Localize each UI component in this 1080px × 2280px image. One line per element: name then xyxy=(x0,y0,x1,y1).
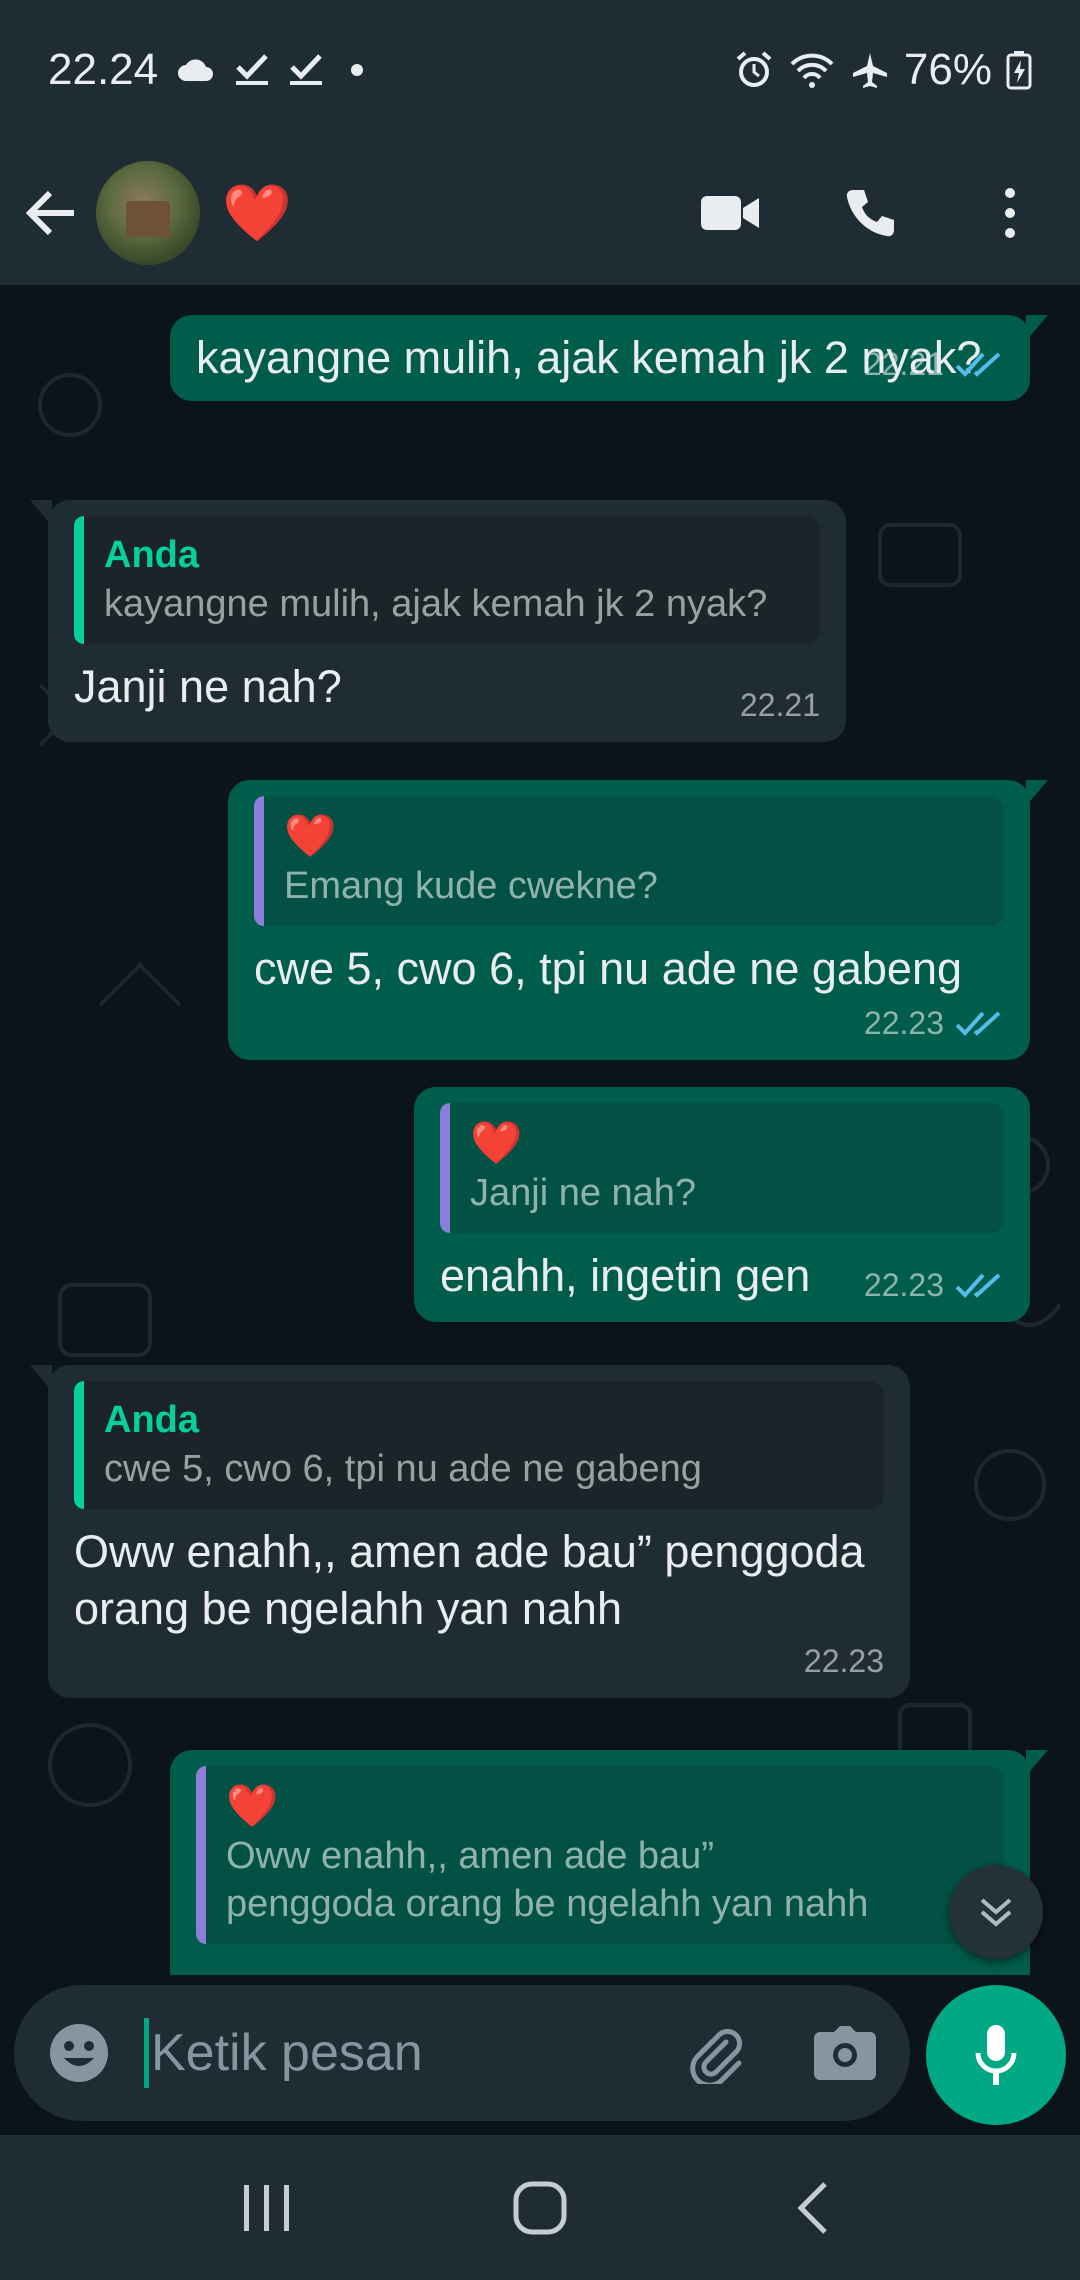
back-nav-button[interactable] xyxy=(753,2148,873,2268)
message-meta: 22.23 xyxy=(864,1267,1004,1304)
quote-text: Janji ne nah? xyxy=(470,1172,697,1214)
home-icon xyxy=(513,2181,567,2234)
quote-author: ❤️ xyxy=(470,1119,523,1166)
message-bubble-incoming[interactable]: Anda cwe 5, cwo 6, tpi nu ade ne gabeng … xyxy=(30,1365,910,1698)
quote-author: Anda xyxy=(104,534,199,576)
recent-apps-button[interactable] xyxy=(207,2148,327,2268)
double-chevron-down-icon xyxy=(980,1898,1012,1927)
video-call-button[interactable] xyxy=(660,140,800,285)
quoted-message[interactable]: ❤️ Emang kude cwekne? xyxy=(254,796,1004,926)
dot-icon xyxy=(342,60,372,80)
message-input-bar[interactable]: Ketik pesan xyxy=(14,1985,910,2121)
chevron-left-icon xyxy=(797,2181,828,2234)
check-icon xyxy=(288,53,324,87)
composer: Ketik pesan xyxy=(0,1975,1080,2135)
message-bubble-outgoing[interactable]: ❤️ Oww enahh,, amen ade bau” penggoda or… xyxy=(170,1750,1048,1975)
contact-name[interactable]: ❤️ xyxy=(222,180,292,246)
quote-author: ❤️ xyxy=(284,812,337,859)
video-call-icon xyxy=(701,195,759,230)
status-time: 22.24 xyxy=(48,45,159,94)
message-time: 22.23 xyxy=(863,1005,944,1041)
message-bubble-outgoing[interactable]: ❤️ Emang kude cwekne? cwe 5, cwo 6, tpi … xyxy=(228,780,1048,1060)
double-check-icon xyxy=(955,352,1001,377)
airplane-icon xyxy=(850,50,890,90)
message-bubble-incoming[interactable]: Anda kayangne mulih, ajak kemah jk 2 nya… xyxy=(30,500,846,742)
text-caret xyxy=(144,2018,149,2088)
scroll-to-bottom-button[interactable] xyxy=(949,1865,1043,1959)
wifi-icon xyxy=(788,50,836,90)
recent-apps-icon xyxy=(243,2184,289,2231)
voice-call-button[interactable] xyxy=(800,140,940,285)
home-button[interactable] xyxy=(480,2148,600,2268)
quoted-message[interactable]: ❤️ Oww enahh,, amen ade bau” penggoda or… xyxy=(196,1766,1004,1944)
attach-button[interactable] xyxy=(650,1985,780,2121)
more-options-button[interactable] xyxy=(940,140,1080,285)
cloud-icon xyxy=(176,57,216,83)
status-bar: 22.24 76% xyxy=(0,0,1080,140)
quote-text: Emang kude cwekne? xyxy=(284,865,658,907)
chat-area[interactable]: kayangne mulih, ajak kemah jk 2 nyak? 22… xyxy=(0,285,1080,1975)
quote-author: ❤️ xyxy=(226,1782,279,1829)
message-text: Oww enahh,, amen ade bau” penggoda orang… xyxy=(74,1526,865,1634)
system-navigation-bar xyxy=(0,2135,1080,2280)
battery-charging-icon xyxy=(1006,50,1032,90)
more-options-icon xyxy=(1005,187,1015,238)
message-bubble-outgoing[interactable]: kayangne mulih, ajak kemah jk 2 nyak? 22… xyxy=(170,315,1048,401)
emoji-icon xyxy=(50,2024,108,2082)
message-meta: 22.23 xyxy=(254,1005,1004,1042)
voice-call-icon xyxy=(846,189,894,236)
quote-text: Oww enahh,, amen ade bau” penggoda orang… xyxy=(226,1835,869,1925)
emoji-button[interactable] xyxy=(14,1985,144,2121)
camera-button[interactable] xyxy=(780,1985,910,2121)
microphone-icon xyxy=(975,2025,1017,2085)
camera-icon xyxy=(814,2026,876,2080)
voice-message-button[interactable] xyxy=(926,1985,1066,2125)
message-time: 22.21 xyxy=(739,687,820,723)
alarm-icon xyxy=(734,50,774,90)
quote-text: cwe 5, cwo 6, tpi nu ade ne gabeng xyxy=(104,1448,702,1490)
chat-header: ❤️ xyxy=(0,140,1080,285)
double-check-icon xyxy=(955,1011,1001,1036)
quoted-message[interactable]: Anda kayangne mulih, ajak kemah jk 2 nya… xyxy=(74,516,820,644)
battery-percent: 76% xyxy=(903,45,992,94)
quoted-message[interactable]: ❤️ Janji ne nah? xyxy=(440,1103,1004,1233)
quoted-message[interactable]: Anda cwe 5, cwo 6, tpi nu ade ne gabeng xyxy=(74,1381,884,1509)
message-text: enahh, ingetin gen xyxy=(440,1250,811,1301)
quote-author: Anda xyxy=(104,1399,199,1441)
message-time: 22.23 xyxy=(803,1643,884,1679)
arrow-back-icon xyxy=(25,190,74,235)
double-check-icon xyxy=(955,1273,1001,1298)
message-time: 22.23 xyxy=(863,1267,944,1303)
message-text: cwe 5, cwo 6, tpi nu ade ne gabeng xyxy=(254,943,963,994)
message-bubble-outgoing[interactable]: ❤️ Janji ne nah? enahh, ingetin gen 22.2… xyxy=(414,1087,1030,1322)
back-button[interactable] xyxy=(6,140,96,285)
message-meta: 22.23 xyxy=(74,1643,884,1680)
message-input[interactable]: Ketik pesan xyxy=(151,2023,650,2083)
check-icon xyxy=(234,53,270,87)
avatar[interactable] xyxy=(96,160,200,265)
paperclip-icon xyxy=(690,2029,742,2084)
quote-text: kayangne mulih, ajak kemah jk 2 nyak? xyxy=(104,583,768,625)
message-time: 22.21 xyxy=(863,346,944,382)
